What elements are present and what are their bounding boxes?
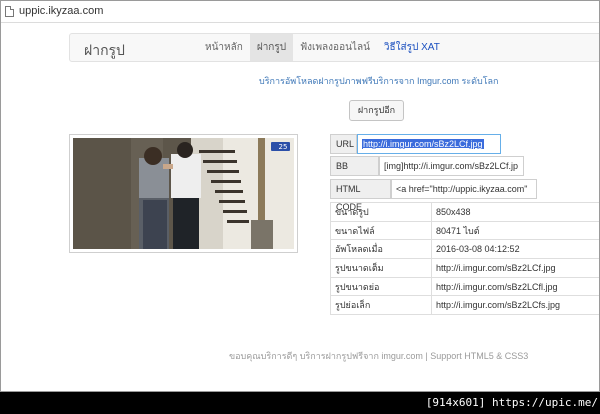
info-label: รูปขนาดเต็ม (330, 258, 432, 278)
channel-badge: 25 (279, 143, 288, 151)
photo-scene: 25 (73, 138, 294, 249)
browser-window: uppic.ikyzaa.com ฝากรูป หน้าหลัก ฝากรูป … (0, 0, 600, 392)
info-value: http://i.imgur.com/sBz2LCf.jpg (431, 258, 599, 278)
info-label: อัพโหลดเมื่อ (330, 239, 432, 260)
info-label: ขนาดรูป (330, 202, 432, 222)
url-input[interactable]: http://i.imgur.com/sBz2LCf.jpg (357, 134, 501, 154)
info-value: 80471 ไบต์ (431, 220, 599, 241)
nav-item-home[interactable]: หน้าหลัก (198, 34, 250, 61)
table-row: รูปขนาดย่อ http://i.imgur.com/sBz2LCfl.j… (330, 276, 599, 297)
table-row: อัพโหลดเมื่อ 2016-03-08 04:12:52 (330, 239, 599, 260)
url-value: http://i.imgur.com/sBz2LCf.jpg (362, 139, 484, 149)
upload-again-button[interactable]: ฝากรูปอีก (349, 100, 404, 121)
info-value: http://i.imgur.com/sBz2LCfs.jpg (431, 295, 599, 316)
nav-item-upload[interactable]: ฝากรูป (249, 34, 294, 61)
page-icon (5, 6, 14, 17)
nav-item-music[interactable]: ฟังเพลงออนไลน์ (293, 34, 377, 61)
info-label: รูปขนาดย่อ (330, 276, 432, 297)
service-description: บริการอัพโหลดฝากรูปภาพฟรีบริการจาก Imgur… (259, 76, 499, 86)
bb-code-input[interactable]: [img]http://i.imgur.com/sBz2LCf.jp (379, 156, 524, 176)
nav-item-xat[interactable]: วิธีใส่รูป XAT (377, 34, 447, 61)
table-row: รูปขนาดเต็ม http://i.imgur.com/sBz2LCf.j… (330, 258, 599, 278)
info-label: ขนาดไฟล์ (330, 220, 432, 241)
image-info-table: ขนาดรูป 850x438 ขนาดไฟล์ 80471 ไบต์ อัพโ… (330, 202, 599, 316)
page-footer: ขอบคุณบริการดีๆ บริการฝากรูปฟรีจาก imgur… (229, 351, 529, 361)
table-row: ขนาดรูป 850x438 (330, 202, 599, 222)
table-row: ขนาดไฟล์ 80471 ไบต์ (330, 220, 599, 241)
html-code-input[interactable]: <a href="http://uppic.ikyzaa.com" (391, 179, 537, 199)
info-value: 850x438 (431, 202, 599, 222)
bb-code-label: BB CODE (330, 156, 379, 189)
table-row: รูปย่อเล็ก http://i.imgur.com/sBz2LCfs.j… (330, 295, 599, 316)
address-url[interactable]: uppic.ikyzaa.com (19, 5, 103, 17)
html-code-label: HTML CODE (330, 179, 391, 212)
nav-menu: หน้าหลัก ฝากรูป ฟังเพลงออนไลน์ วิธีใส่รู… (198, 34, 447, 61)
navbar: ฝากรูป หน้าหลัก ฝากรูป ฟังเพลงออนไลน์ วิ… (69, 33, 599, 62)
address-bar[interactable]: uppic.ikyzaa.com (1, 1, 599, 23)
uploaded-image-thumbnail[interactable]: 25 (69, 134, 298, 253)
info-label: รูปย่อเล็ก (330, 295, 432, 316)
info-value: 2016-03-08 04:12:52 (431, 239, 599, 260)
url-label: URL (330, 134, 357, 154)
info-value: http://i.imgur.com/sBz2LCfl.jpg (431, 276, 599, 297)
size-watermark: [914x601] https://upic.me/ (425, 396, 598, 409)
navbar-brand[interactable]: ฝากรูป (84, 40, 125, 62)
